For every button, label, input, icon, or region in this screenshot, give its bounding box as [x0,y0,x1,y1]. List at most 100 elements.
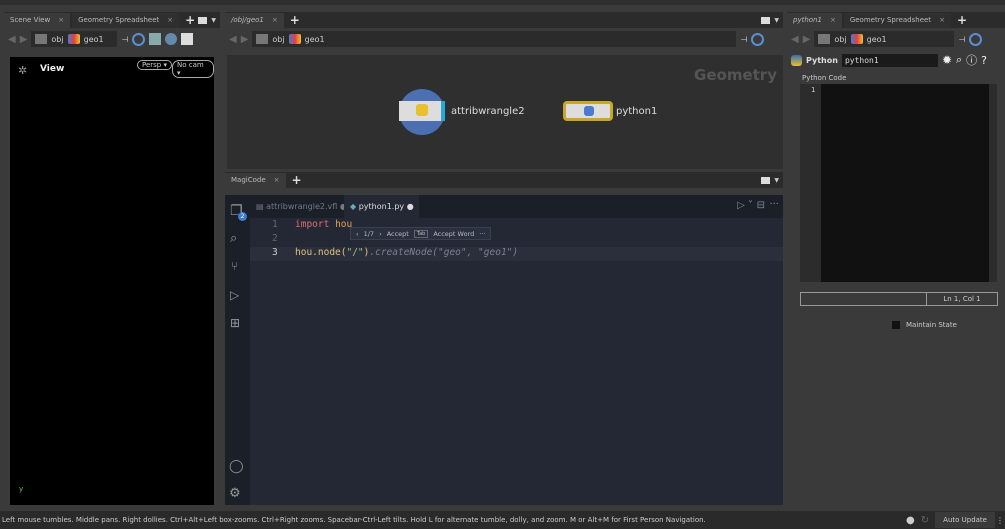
help-icon[interactable]: ? [981,54,987,67]
more-icon[interactable]: ··· [769,199,779,210]
link-icon[interactable] [132,32,146,46]
link-icon[interactable] [969,32,983,46]
obj-icon [35,34,48,44]
forward-icon[interactable]: ▶ [241,34,249,45]
auto-update-button[interactable]: Auto Update [935,512,995,528]
tab-obj-geo1[interactable]: /obj/geo1 × [225,12,284,28]
panel-menu-icon[interactable] [761,16,771,24]
status-bar: Left mouse tumbles. Middle pans. Right d… [0,511,1005,529]
line-number: 3 [272,247,278,258]
next-suggestion-button[interactable]: › [379,230,382,238]
code-editor[interactable]: ▤ attribwrangle2.vfl ● ◆ python1.py ● ▷ … [250,195,783,505]
split-editor-icon[interactable]: ⊟ [757,200,765,211]
cache-icon[interactable]: ● [906,515,915,526]
node-label: python1 [616,106,658,117]
node-python1[interactable] [563,101,613,121]
more-button[interactable]: ··· [479,230,485,238]
search-icon[interactable]: ⌕ [956,53,962,67]
add-tab-button[interactable]: + [290,13,300,27]
node-header: Python python1 ✹ ⌕ ⓘ ? [787,50,1005,70]
right-toolbar: ◀ ▶ obj geo1 ⊣ [787,28,1005,50]
background-icon[interactable] [181,33,194,45]
activity-bar: ❐ 2 ⌕ ⑂ ▷ ⊞ ◯ ⚙ [225,195,250,505]
close-icon[interactable]: × [939,16,945,24]
forward-icon[interactable]: ▶ [803,34,811,45]
network-context-label: Geometry [694,66,777,84]
persp-button[interactable]: Persp ▾ [137,60,172,70]
scene-view-pane: Scene View × Geometry Spreadsheet × + ▼ ◀ ▶… [4,12,220,50]
tab-scene-view[interactable]: Scene View × [4,12,71,28]
left-toolbar: ◀ ▶ obj geo1 ⊣ [4,28,220,50]
search-icon[interactable]: ⌕ [230,231,237,246]
add-tab-button[interactable]: + [292,173,302,187]
settings-gear-icon[interactable]: ⚙ [229,486,241,501]
node-attribwrangle2[interactable] [399,89,445,135]
geo-icon [288,34,301,44]
run-debug-icon[interactable]: ▷ [230,288,239,302]
camera-button[interactable]: No cam ▾ [172,60,214,78]
python-icon [791,54,802,66]
chevron-down-icon[interactable]: ▼ [774,177,779,184]
code-status-bar: Ln 1, Col 1 [800,292,998,306]
network-editor[interactable]: Geometry attribwrangle2 python1 [227,55,783,169]
run-icon[interactable]: ▷ ˅ [737,200,753,211]
add-tab-button[interactable]: + [185,13,195,27]
code-line-1: import hou [295,219,353,230]
left-tabbar: Scene View × Geometry Spreadsheet × + ▼ [4,12,220,28]
obj-icon [818,34,831,44]
panel-menu-icon[interactable] [198,16,208,24]
geo-icon [67,34,80,44]
panel-menu-icon[interactable] [761,176,771,184]
add-tab-button[interactable]: + [957,13,967,27]
source-control-icon[interactable]: ⑂ [231,259,238,273]
path-bar[interactable]: obj geo1 [252,31,737,47]
close-icon[interactable]: × [830,16,836,24]
pin-icon[interactable]: ⊣ [121,35,128,44]
account-icon[interactable]: ◯ [229,459,244,474]
back-icon[interactable]: ◀ [791,34,799,45]
close-icon[interactable]: × [167,16,173,24]
accept-word-button[interactable]: Accept Word [433,230,474,238]
maintain-state-checkbox[interactable]: Maintain State [892,321,957,329]
pin-icon[interactable]: ⊣ [740,35,747,44]
prev-suggestion-button[interactable]: ‹ [356,230,359,238]
python-code-label: Python Code [802,74,847,82]
tab-geometry-spreadsheet[interactable]: Geometry Spreadsheet × [843,12,951,28]
close-icon[interactable]: × [272,16,278,24]
back-icon[interactable]: ◀ [8,34,16,45]
chevron-icon[interactable]: ⋮ [995,516,1005,525]
line-number: 1 [272,219,278,230]
back-icon[interactable]: ◀ [229,34,237,45]
refresh-icon[interactable]: ↻ [921,515,929,526]
close-icon[interactable]: × [274,176,280,184]
obj-icon [256,34,269,44]
path-bar[interactable]: obj geo1 [814,31,955,47]
path-bar[interactable]: obj geo1 [31,31,118,47]
file-tab-attribwrangle2[interactable]: ▤ attribwrangle2.vfl ● [256,195,347,218]
tab-python1[interactable]: python1 × [787,12,842,28]
pin-icon[interactable]: ⊣ [958,35,965,44]
file-tab-python1[interactable]: ◆ python1.py ● [344,195,419,218]
node-name-input[interactable]: python1 [841,53,938,67]
node-label: attribwrangle2 [451,106,525,117]
right-tabbar: python1 × Geometry Spreadsheet × + [787,12,1005,28]
info-icon[interactable]: ⓘ [966,52,977,68]
tab-magicode[interactable]: MagiCode × [225,172,286,188]
gear-icon[interactable]: ✹ [942,53,952,67]
link-icon[interactable] [751,32,765,46]
camera-icon[interactable] [165,33,178,45]
tab-geometry-spreadsheet[interactable]: Geometry Spreadsheet × [72,12,180,28]
python-code-field[interactable]: 1 [800,84,997,282]
editor-tabbar: MagiCode × + ▼ [225,172,783,188]
close-icon[interactable]: × [58,16,64,24]
menu-strip [0,0,1005,5]
forward-icon[interactable]: ▶ [20,34,28,45]
display-options-icon[interactable] [149,33,162,45]
chevron-down-icon[interactable]: ▼ [211,17,216,24]
chevron-down-icon[interactable]: ▼ [774,17,779,24]
line-number: 2 [272,233,278,244]
extensions-icon[interactable]: ⊞ [230,316,240,330]
viewport[interactable]: ✲ View Persp ▾ No cam ▾ y [10,57,214,505]
accept-button[interactable]: Accept [387,230,409,238]
badge: 2 [238,212,247,221]
